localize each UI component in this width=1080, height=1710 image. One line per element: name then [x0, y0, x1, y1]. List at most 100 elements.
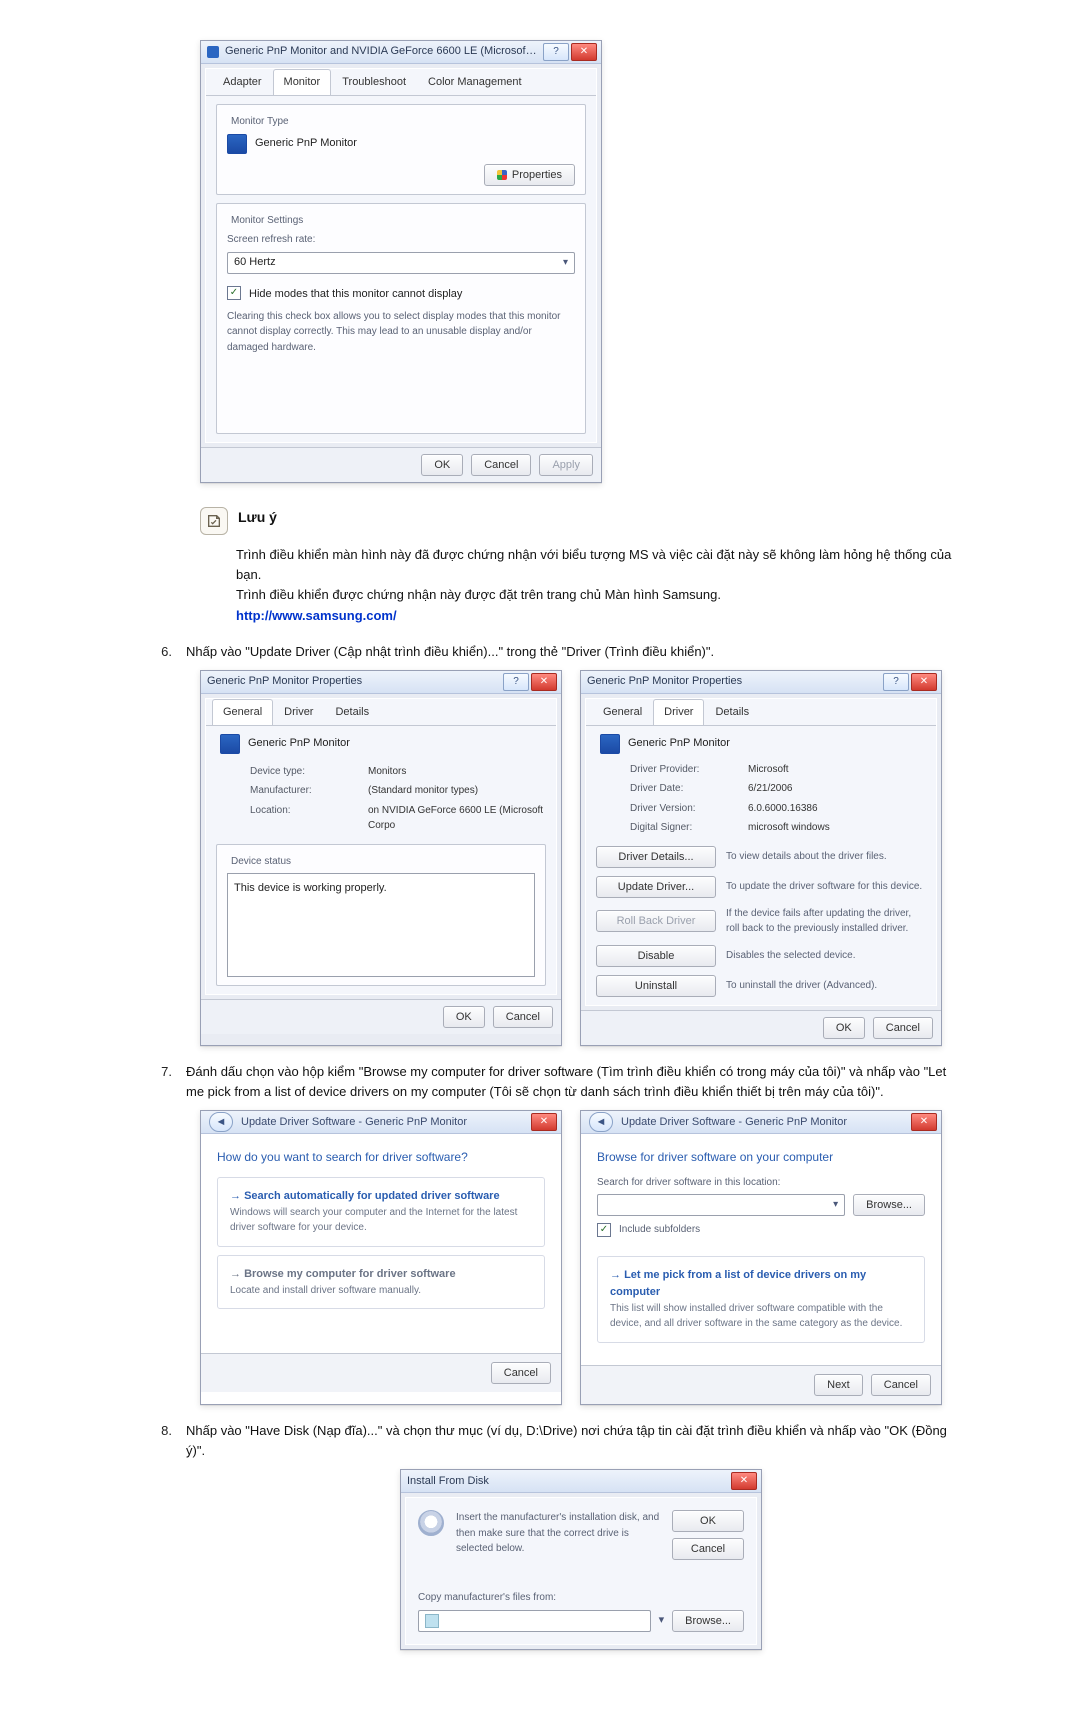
- device-properties-general: Generic PnP Monitor Properties ? ✕ Gener…: [200, 670, 562, 1046]
- desc: If the device fails after updating the d…: [726, 906, 926, 937]
- back-button[interactable]: ◄: [209, 1112, 233, 1132]
- tab-details[interactable]: Details: [704, 699, 760, 725]
- update-driver-button[interactable]: Update Driver...: [596, 876, 716, 898]
- close-button[interactable]: ✕: [911, 673, 937, 691]
- tab-color-management[interactable]: Color Management: [417, 69, 533, 95]
- group-device-status: Device status This device is working pro…: [216, 844, 546, 987]
- include-subfolders-label: Include subfolders: [619, 1222, 700, 1238]
- window-title: Install From Disk: [407, 1473, 725, 1490]
- tab-general[interactable]: General: [212, 699, 273, 725]
- value: Microsoft: [748, 762, 926, 778]
- hide-modes-checkbox[interactable]: ✓: [227, 286, 241, 300]
- update-driver-wizard-search: ◄ Update Driver Software - Generic PnP M…: [200, 1110, 562, 1405]
- samsung-link[interactable]: http://www.samsung.com/: [236, 608, 397, 623]
- close-button[interactable]: ✕: [531, 1113, 557, 1131]
- tab-monitor[interactable]: Monitor: [273, 69, 332, 95]
- desc: To uninstall the driver (Advanced).: [726, 978, 926, 994]
- monitor-icon: [227, 134, 247, 154]
- step-text: Đánh dấu chọn vào hộp kiểm "Browse my co…: [186, 1062, 960, 1102]
- group-monitor-settings: Monitor Settings Screen refresh rate: 60…: [216, 203, 586, 435]
- option-title: Browse my computer for driver software: [244, 1268, 456, 1280]
- help-button[interactable]: ?: [503, 673, 529, 691]
- device-name: Generic PnP Monitor: [628, 735, 730, 752]
- desc: Disables the selected device.: [726, 948, 926, 964]
- step-number: 8.: [150, 1421, 172, 1461]
- breadcrumb: Update Driver Software - Generic PnP Mon…: [241, 1114, 467, 1131]
- properties-label: Properties: [512, 169, 562, 181]
- window-title: Generic PnP Monitor and NVIDIA GeForce 6…: [225, 43, 537, 60]
- device-properties-driver: Generic PnP Monitor Properties ? ✕ Gener…: [580, 670, 942, 1046]
- option-title: Search automatically for updated driver …: [244, 1190, 500, 1202]
- tab-adapter[interactable]: Adapter: [212, 69, 273, 95]
- ok-button[interactable]: OK: [672, 1510, 744, 1532]
- desc: To update the driver software for this d…: [726, 879, 926, 895]
- window-icon: [207, 46, 219, 58]
- apply-button[interactable]: Apply: [539, 454, 593, 476]
- step-text: Nhấp vào "Have Disk (Nạp đĩa)..." và chọ…: [186, 1421, 960, 1461]
- value: microsoft windows: [748, 820, 926, 836]
- option-let-me-pick[interactable]: → Let me pick from a list of device driv…: [597, 1256, 925, 1343]
- help-button[interactable]: ?: [883, 673, 909, 691]
- note-line: Trình điều khiển được chứng nhận này đượ…: [236, 585, 960, 605]
- ok-button[interactable]: OK: [443, 1006, 485, 1028]
- step-text: Nhấp vào "Update Driver (Cập nhật trình …: [186, 642, 960, 662]
- refresh-label: Screen refresh rate:: [227, 232, 575, 248]
- browse-button[interactable]: Browse...: [853, 1194, 925, 1216]
- monitor-properties-dialog: Generic PnP Monitor and NVIDIA GeForce 6…: [200, 40, 602, 483]
- label: Driver Provider:: [630, 762, 740, 778]
- monitor-icon: [220, 734, 240, 754]
- tab-general[interactable]: General: [592, 699, 653, 725]
- group-legend: Monitor Settings: [227, 213, 307, 229]
- note-icon: [200, 507, 228, 535]
- close-button[interactable]: ✕: [911, 1113, 937, 1131]
- note-line: Trình điều khiển màn hình này đã được ch…: [236, 545, 960, 585]
- label: Manufacturer:: [250, 783, 360, 799]
- back-button[interactable]: ◄: [589, 1112, 613, 1132]
- monitor-name: Generic PnP Monitor: [255, 135, 357, 152]
- shield-icon: [497, 170, 507, 180]
- close-button[interactable]: ✕: [571, 43, 597, 61]
- value: Monitors: [368, 764, 546, 780]
- step-number: 6.: [150, 642, 172, 662]
- uninstall-button[interactable]: Uninstall: [596, 975, 716, 997]
- path-combobox[interactable]: [597, 1194, 845, 1216]
- cancel-button[interactable]: Cancel: [873, 1017, 933, 1039]
- ok-button[interactable]: OK: [823, 1017, 865, 1039]
- step-number: 7.: [150, 1062, 172, 1102]
- tab-troubleshoot[interactable]: Troubleshoot: [331, 69, 417, 95]
- ok-button[interactable]: OK: [421, 454, 463, 476]
- include-subfolders-checkbox[interactable]: ✓: [597, 1223, 611, 1237]
- browse-button[interactable]: Browse...: [672, 1610, 744, 1632]
- tab-driver[interactable]: Driver: [273, 699, 324, 725]
- option-browse-computer[interactable]: → Browse my computer for driver software…: [217, 1255, 545, 1310]
- cancel-button[interactable]: Cancel: [493, 1006, 553, 1028]
- update-driver-wizard-browse: ◄ Update Driver Software - Generic PnP M…: [580, 1110, 942, 1405]
- close-button[interactable]: ✕: [531, 673, 557, 691]
- cancel-button[interactable]: Cancel: [672, 1538, 744, 1560]
- breadcrumb: Update Driver Software - Generic PnP Mon…: [621, 1114, 847, 1131]
- cancel-button[interactable]: Cancel: [471, 454, 531, 476]
- option-desc: Locate and install driver software manua…: [230, 1283, 532, 1299]
- copy-from-combobox[interactable]: [418, 1610, 651, 1632]
- properties-button[interactable]: Properties: [484, 164, 575, 186]
- refresh-rate-select[interactable]: 60 Hertz: [227, 252, 575, 274]
- next-button[interactable]: Next: [814, 1374, 863, 1396]
- path-label: Search for driver software in this locat…: [597, 1175, 925, 1191]
- cancel-button[interactable]: Cancel: [491, 1362, 551, 1384]
- window-title: Generic PnP Monitor Properties: [587, 673, 877, 690]
- disable-button[interactable]: Disable: [596, 945, 716, 967]
- refresh-value: 60 Hertz: [234, 254, 276, 271]
- tab-details[interactable]: Details: [324, 699, 380, 725]
- help-button[interactable]: ?: [543, 43, 569, 61]
- cancel-button[interactable]: Cancel: [871, 1374, 931, 1396]
- hide-modes-desc: Clearing this check box allows you to se…: [227, 309, 575, 356]
- tab-driver[interactable]: Driver: [653, 699, 704, 725]
- option-search-auto[interactable]: → Search automatically for updated drive…: [217, 1177, 545, 1247]
- drive-icon: [425, 1614, 439, 1628]
- dialog-message: Insert the manufacturer's installation d…: [456, 1510, 660, 1557]
- close-button[interactable]: ✕: [731, 1472, 757, 1490]
- driver-details-button[interactable]: Driver Details...: [596, 846, 716, 868]
- label: Driver Date:: [630, 781, 740, 797]
- roll-back-driver-button[interactable]: Roll Back Driver: [596, 910, 716, 932]
- window-title: Generic PnP Monitor Properties: [207, 673, 497, 690]
